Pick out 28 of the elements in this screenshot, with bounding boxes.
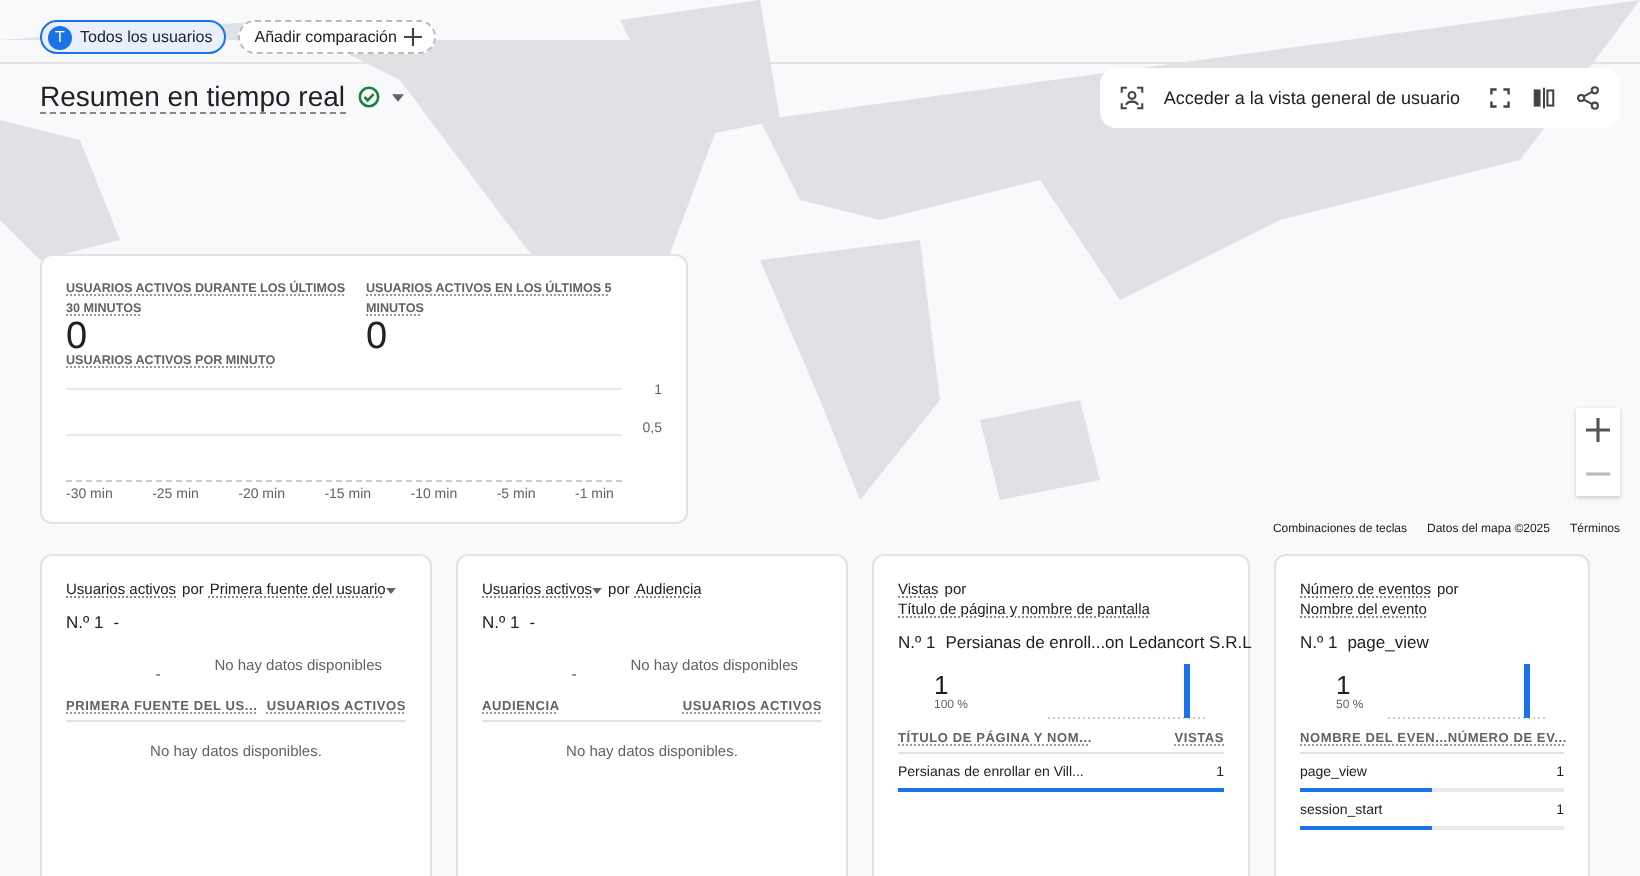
rank-label: N.º 1 — [482, 612, 520, 632]
rank-label: N.º 1 — [1300, 632, 1338, 652]
top-value: 1 — [934, 669, 951, 699]
compare-columns-icon[interactable] — [1532, 85, 1556, 110]
dropdown-caret-icon[interactable] — [592, 587, 603, 593]
rank-value: Persianas de enroll...on Ledancort S.R.L — [945, 632, 1252, 652]
metric-value: 0 — [366, 320, 390, 356]
add-comparison-button[interactable]: Añadir comparación — [238, 20, 437, 54]
rank-label: N.º 1 — [66, 612, 104, 632]
user-overview-link[interactable]: Acceder a la vista general de usuario — [1163, 87, 1460, 108]
segment-chip[interactable]: T Todos los usuarios — [40, 20, 227, 54]
avatar-icon: T — [48, 25, 72, 49]
plus-icon — [404, 28, 423, 46]
rank-value: page_view — [1347, 632, 1429, 652]
user-focus-icon[interactable] — [1119, 85, 1144, 110]
dropdown-caret-icon[interactable] — [385, 587, 396, 593]
metric-value: 0 — [66, 320, 88, 356]
share-icon[interactable] — [1576, 85, 1600, 110]
caret-icon[interactable] — [391, 93, 404, 102]
rank-value: - — [529, 612, 536, 632]
zoom-in-button[interactable] — [1576, 408, 1620, 452]
page-title: Resumen en tiempo real — [40, 80, 346, 115]
rank-label: N.º 1 — [898, 632, 936, 652]
rank-value: - — [113, 612, 120, 632]
top-value: 1 — [1336, 669, 1353, 699]
plus-icon — [1586, 418, 1610, 442]
fullscreen-icon[interactable] — [1488, 85, 1512, 110]
check-circle-icon — [357, 86, 380, 109]
